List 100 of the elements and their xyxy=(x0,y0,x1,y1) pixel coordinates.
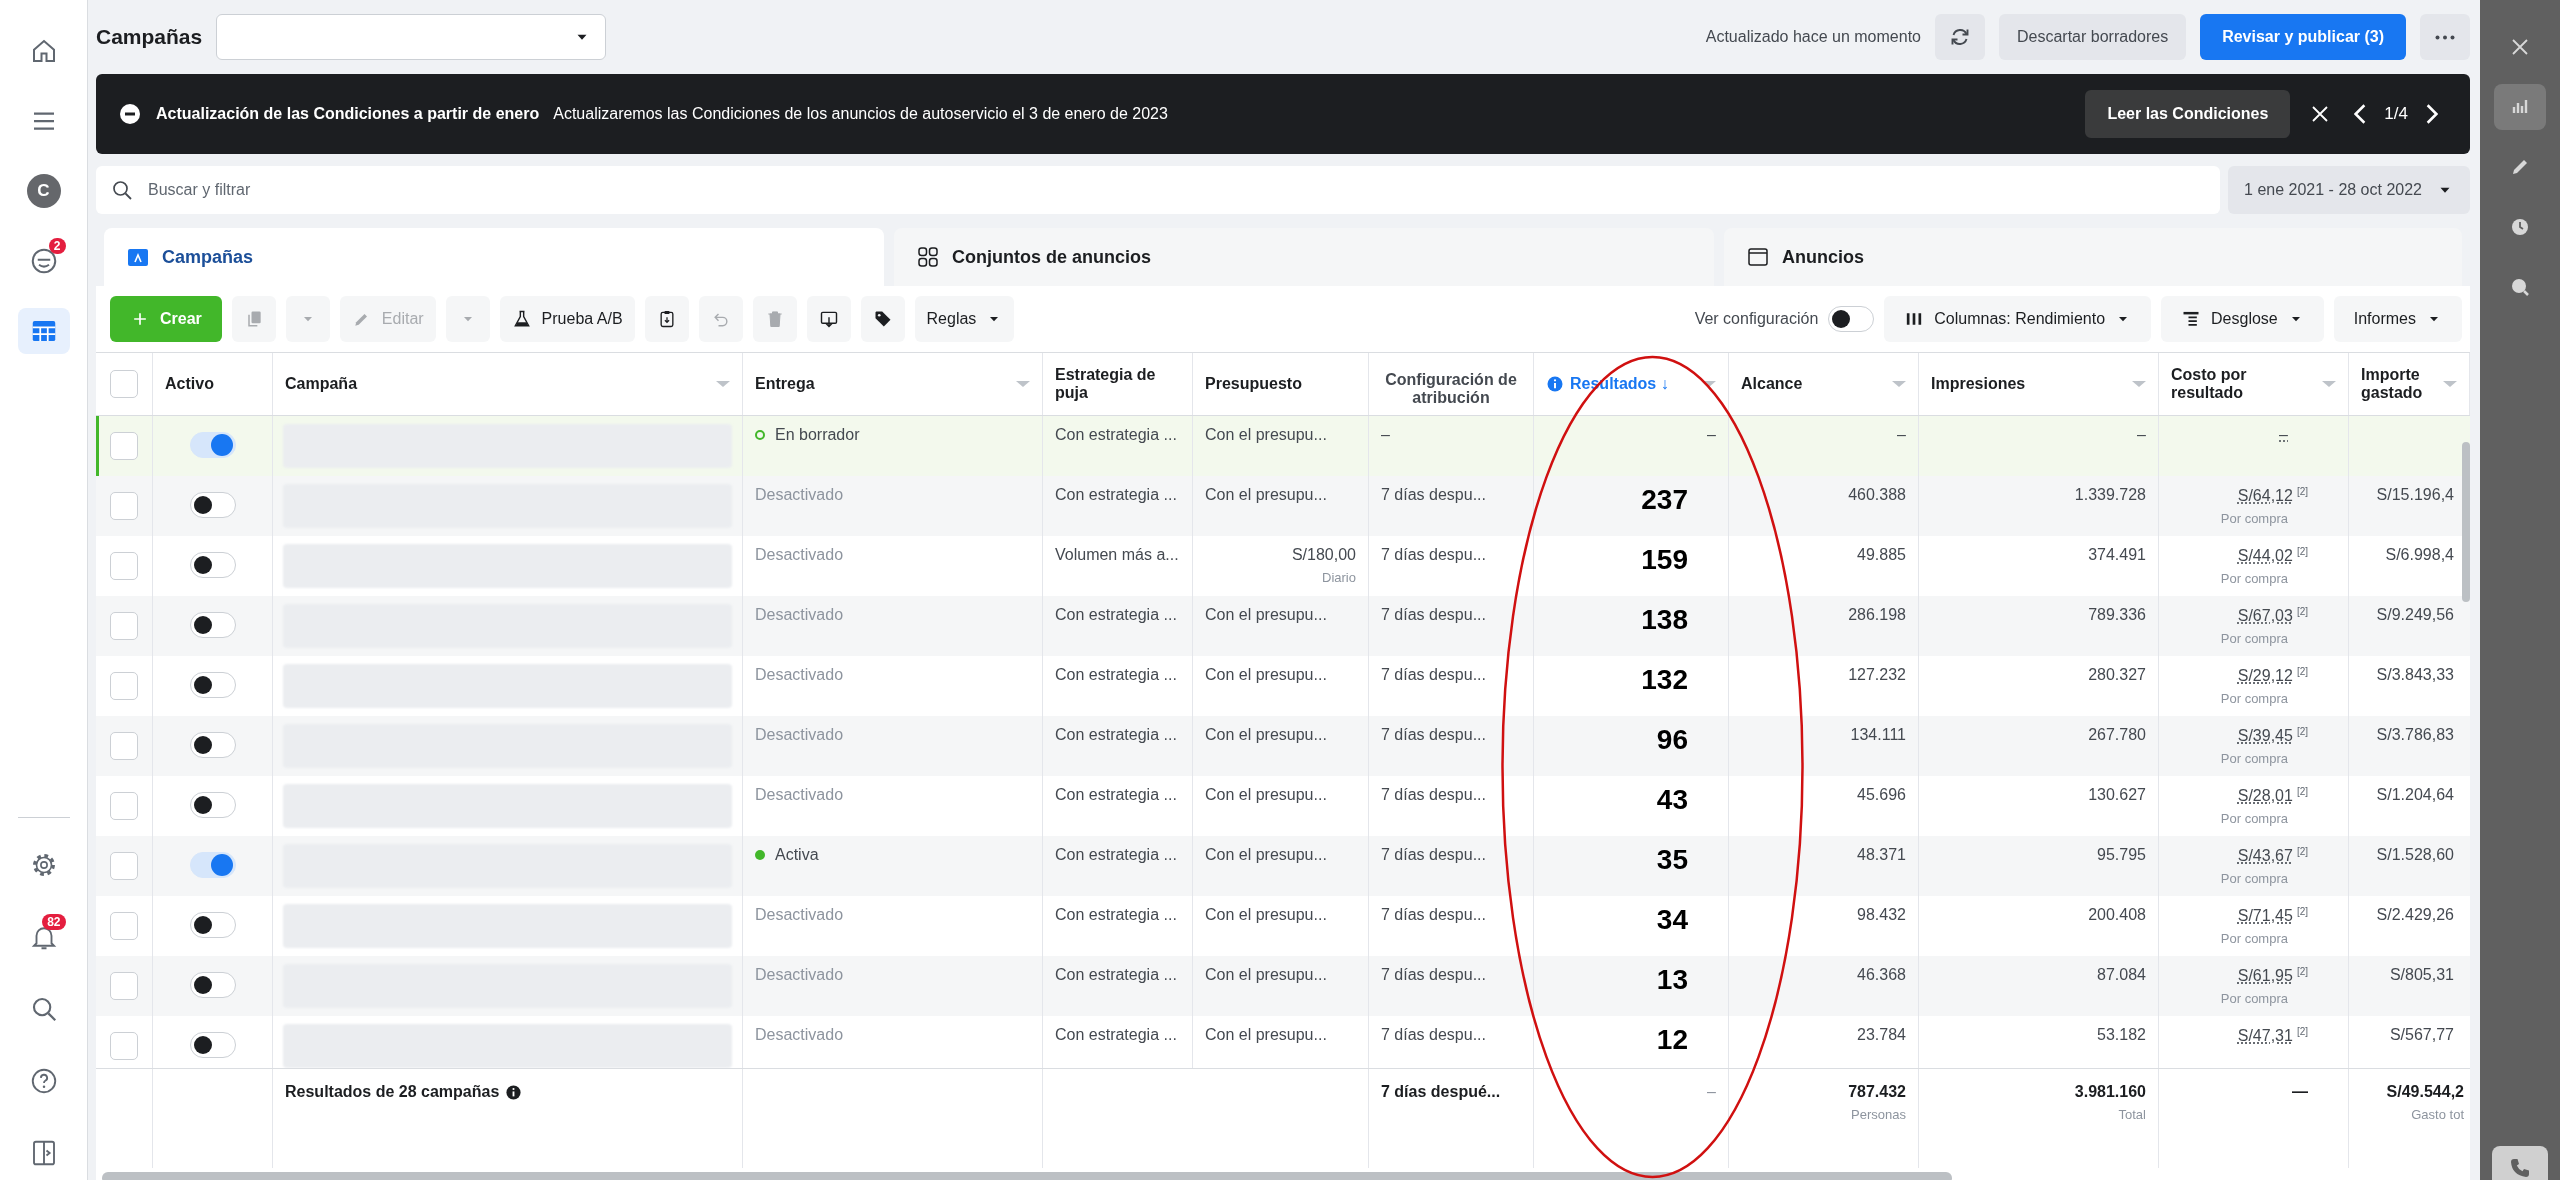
active-toggle[interactable] xyxy=(189,432,236,458)
cost-link[interactable]: S/43,67 xyxy=(2237,847,2293,865)
active-toggle[interactable] xyxy=(189,912,236,938)
active-toggle[interactable] xyxy=(189,792,236,818)
active-toggle[interactable] xyxy=(189,972,236,998)
banner-message: Actualizaremos las Condiciones de los anuncios de autoservicio el 3 de enero de 2023 xyxy=(553,105,1168,123)
table-cell: 45.696 xyxy=(1857,786,1906,803)
tab[interactable]: Conjuntos de anuncios xyxy=(894,228,1714,286)
cost-link[interactable]: S/29,12 xyxy=(2237,667,2293,685)
table-cell: – xyxy=(2137,426,2146,443)
cost-link[interactable]: S/28,01 xyxy=(2237,787,2293,805)
table-cell: 7 días despu... xyxy=(1381,606,1486,623)
row-checkbox[interactable] xyxy=(110,972,138,1000)
row-checkbox[interactable] xyxy=(110,612,138,640)
phone-button[interactable] xyxy=(2492,1146,2548,1180)
table-cell: 7 días despué... xyxy=(1381,1083,1501,1100)
row-checkbox[interactable] xyxy=(110,672,138,700)
table-cell-text: Con el presupu... xyxy=(1205,426,1328,444)
column-header[interactable]: Entrega xyxy=(743,353,1043,415)
active-toggle[interactable] xyxy=(189,1032,236,1058)
cost-link[interactable]: S/44,02 xyxy=(2237,547,2293,565)
table-cell: 53.182 xyxy=(2097,1026,2146,1043)
column-header[interactable]: Impresiones xyxy=(1919,353,2159,415)
cost-link[interactable]: S/64,12 xyxy=(2237,487,2293,505)
cell-subtext: Gasto tot xyxy=(2410,1107,2464,1122)
column-header[interactable]: Configuración de atribución xyxy=(1369,353,1534,415)
column-header[interactable]: Importe gastado xyxy=(2349,353,2470,415)
select-all-checkbox[interactable] xyxy=(110,370,138,398)
active-toggle[interactable] xyxy=(189,672,236,698)
table-cell: 132 xyxy=(1641,664,1688,695)
row-checkbox[interactable] xyxy=(110,912,138,940)
footnote-mark: [2] xyxy=(2296,1026,2308,1037)
face-button[interactable]: 2 xyxy=(17,238,70,284)
row-checkbox[interactable] xyxy=(110,852,138,880)
rules-dropdown[interactable]: Reglas xyxy=(914,296,1015,342)
avatar-button[interactable]: C xyxy=(17,168,70,214)
ab-test-button[interactable]: Prueba A/B xyxy=(499,296,635,342)
row-checkbox[interactable] xyxy=(110,552,138,580)
table-cell: 7 días despu... xyxy=(1381,726,1486,743)
cell-subtext: Por compra xyxy=(2219,811,2288,827)
delivery-status: Activa xyxy=(755,846,1030,864)
table-cell-text: Con el presupu... xyxy=(1205,906,1328,924)
table-cell: 34 xyxy=(1656,904,1688,935)
discard-button[interactable]: Descartar borradores xyxy=(1999,14,2187,60)
column-header[interactable]: Estrategia de puja xyxy=(1043,353,1193,415)
cost-link[interactable]: S/47,31 xyxy=(2237,1027,2293,1045)
columns-dropdown[interactable]: Columnas: Rendimiento xyxy=(1884,296,2152,342)
row-checkbox[interactable] xyxy=(110,792,138,820)
column-header[interactable]: Activo xyxy=(153,353,273,415)
table-cell-text: Con el presupu... xyxy=(1205,786,1328,804)
active-toggle[interactable] xyxy=(189,612,236,638)
table-cell: 95.795 xyxy=(2097,846,2146,863)
breakdown-dropdown[interactable]: Desglose xyxy=(2161,296,2324,342)
active-toggle[interactable] xyxy=(189,852,236,878)
table-cell: 7 días despu... xyxy=(1381,1026,1486,1043)
delivery-status: Desactivado xyxy=(755,606,845,624)
table-cell-text: Con el presupu... xyxy=(1205,726,1328,744)
avatar-letter: C xyxy=(26,174,61,208)
date-range-button[interactable]: 1 ene 2021 - 28 oct 2022 xyxy=(2228,166,2470,214)
bell-button[interactable]: 82 xyxy=(17,914,70,960)
search-field[interactable]: Buscar y filtrar xyxy=(96,166,2221,214)
cost-link[interactable]: S/67,03 xyxy=(2237,607,2293,625)
column-header[interactable]: Alcance xyxy=(1729,353,1919,415)
delivery-status: Desactivado xyxy=(755,786,845,804)
reports-dropdown[interactable]: Informes xyxy=(2333,296,2462,342)
table-cell: — xyxy=(2292,1083,2308,1100)
view-settings-toggle[interactable] xyxy=(1828,306,1875,332)
column-header[interactable]: Presupuesto xyxy=(1193,353,1369,415)
table-cell: 7 días despu... xyxy=(1381,786,1486,803)
sort-caret-icon xyxy=(1892,381,1906,387)
active-toggle[interactable] xyxy=(189,492,236,518)
cost-link[interactable]: S/71,45 xyxy=(2237,907,2293,925)
row-checkbox[interactable] xyxy=(110,1032,138,1060)
table-cell: 127.232 xyxy=(1848,666,1906,683)
active-toggle[interactable] xyxy=(189,732,236,758)
read-terms-button[interactable]: Leer las Condiciones xyxy=(2085,90,2291,138)
cell-subtext: Diario xyxy=(1321,570,1356,585)
tab[interactable]: Campañas xyxy=(104,228,884,286)
table-cell: 98.432 xyxy=(1857,906,1906,923)
export-button[interactable] xyxy=(806,296,851,342)
cost-link[interactable]: S/61,95 xyxy=(2237,967,2293,985)
table-button[interactable] xyxy=(17,308,70,354)
publish-button[interactable]: Revisar y publicar (3) xyxy=(2200,14,2406,60)
column-header[interactable]: Costo por resultado xyxy=(2159,353,2349,415)
table-cell: 12 xyxy=(1656,1024,1688,1055)
table-cell: Con estrategia ... xyxy=(1055,486,1177,503)
refresh-button[interactable] xyxy=(1935,14,1985,60)
bar-chart-button[interactable] xyxy=(2494,84,2546,130)
cost-link[interactable]: S/39,45 xyxy=(2237,727,2293,745)
active-toggle[interactable] xyxy=(189,552,236,578)
column-header[interactable]: Campaña xyxy=(273,353,743,415)
row-checkbox[interactable] xyxy=(110,732,138,760)
vertical-scrollbar[interactable] xyxy=(2462,442,2470,602)
tab[interactable]: Anuncios xyxy=(1724,228,2462,286)
clipboard-button[interactable] xyxy=(644,296,689,342)
row-checkbox[interactable] xyxy=(110,492,138,520)
tag-button[interactable] xyxy=(860,296,905,342)
row-checkbox[interactable] xyxy=(110,432,138,460)
delivery-status: En borrador xyxy=(755,426,1030,444)
cost-link[interactable]: – xyxy=(2279,426,2288,443)
